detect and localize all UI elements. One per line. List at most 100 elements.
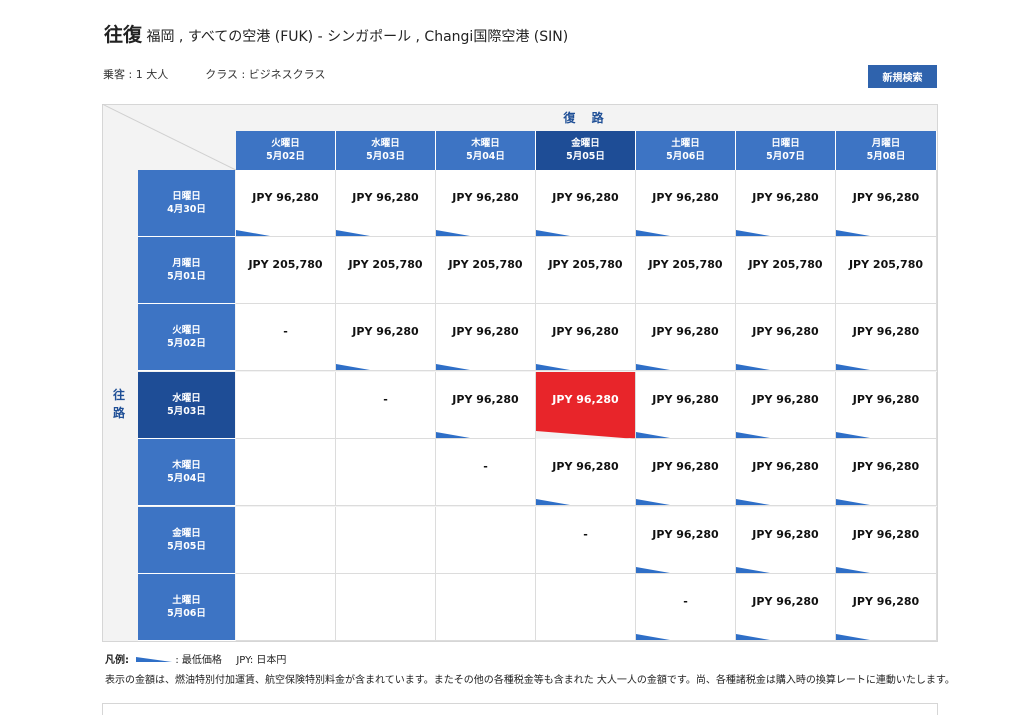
fare-cell[interactable]: JPY 96,280 bbox=[836, 372, 937, 439]
fare-cell[interactable]: JPY 96,280 bbox=[436, 304, 536, 371]
column-header-day: 木曜日 bbox=[471, 138, 500, 149]
fare-price: JPY 96,280 bbox=[452, 325, 519, 338]
fare-cell[interactable]: JPY 96,280 bbox=[836, 304, 937, 371]
fare-cell[interactable]: JPY 96,280 bbox=[636, 304, 736, 371]
lowest-price-marker-icon bbox=[636, 432, 670, 438]
fare-cell[interactable]: JPY 96,280 bbox=[736, 170, 836, 237]
row-header-date: 5月01日 bbox=[167, 271, 206, 282]
lowest-price-marker-icon bbox=[836, 499, 870, 505]
fare-cell[interactable]: JPY 96,280 bbox=[736, 574, 836, 641]
fare-price: JPY 96,280 bbox=[652, 393, 719, 406]
row-header-date: 5月03日 bbox=[167, 406, 206, 417]
fare-cell[interactable]: JPY 96,280 bbox=[736, 304, 836, 371]
fare-price: JPY 205,780 bbox=[348, 258, 423, 271]
fare-cell[interactable]: JPY 205,780 bbox=[336, 237, 436, 304]
fare-cell[interactable]: JPY 96,280 bbox=[436, 372, 536, 439]
fare-cell[interactable]: JPY 96,280 bbox=[336, 304, 436, 371]
fare-cell[interactable]: JPY 96,280 bbox=[336, 170, 436, 237]
corner-diagonal bbox=[102, 104, 236, 171]
lowest-price-marker-icon bbox=[536, 364, 570, 370]
fare-cell[interactable]: JPY 96,280 bbox=[636, 507, 736, 574]
fare-cell[interactable]: JPY 205,780 bbox=[636, 237, 736, 304]
lowest-price-marker-icon bbox=[636, 567, 670, 573]
unavailable-fare-cell: - bbox=[536, 507, 636, 574]
column-header-return-date: 日曜日 5月07日 bbox=[736, 131, 836, 170]
fare-cell[interactable]: JPY 205,780 bbox=[436, 237, 536, 304]
row-header-day: 土曜日 bbox=[172, 595, 201, 606]
empty-fare-cell bbox=[436, 507, 536, 574]
empty-fare-cell bbox=[436, 574, 536, 641]
fare-price: JPY 96,280 bbox=[652, 460, 719, 473]
fare-price: JPY 96,280 bbox=[652, 325, 719, 338]
fare-price: JPY 96,280 bbox=[652, 528, 719, 541]
row-header-outbound-date: 金曜日 5月05日 bbox=[138, 507, 235, 574]
fare-cell[interactable]: JPY 96,280 bbox=[636, 170, 736, 237]
empty-fare-cell bbox=[336, 507, 436, 574]
lowest-price-marker-icon bbox=[236, 230, 270, 236]
fare-price: JPY 205,780 bbox=[648, 258, 723, 271]
fare-price: JPY 96,280 bbox=[752, 393, 819, 406]
column-header-date: 5月03日 bbox=[366, 151, 405, 162]
column-header-day: 金曜日 bbox=[571, 138, 600, 149]
column-header-date: 5月08日 bbox=[866, 151, 906, 162]
fare-price: JPY 96,280 bbox=[352, 191, 419, 204]
trip-type: 往復 bbox=[104, 24, 143, 46]
fare-price: JPY 96,280 bbox=[752, 595, 819, 608]
column-header-return-date: 月曜日 5月08日 bbox=[836, 131, 937, 170]
fare-price: JPY 205,780 bbox=[548, 258, 623, 271]
row-header-day: 月曜日 bbox=[172, 258, 201, 269]
empty-fare-cell bbox=[536, 574, 636, 641]
new-search-button[interactable]: 新規検索 bbox=[868, 65, 937, 88]
fare-cell[interactable]: JPY 96,280 bbox=[436, 170, 536, 237]
fare-price: JPY 96,280 bbox=[452, 191, 519, 204]
lowest-price-marker-icon bbox=[336, 230, 370, 236]
legend-title: 凡例: bbox=[105, 655, 129, 666]
lowest-price-marker-icon bbox=[636, 499, 670, 505]
fare-cell[interactable]: JPY 96,280 bbox=[636, 372, 736, 439]
row-header-outbound-date: 日曜日 4月30日 bbox=[138, 170, 235, 237]
fare-cell[interactable]: JPY 96,280 bbox=[636, 439, 736, 506]
fare-price: JPY 96,280 bbox=[852, 191, 920, 204]
fare-cell[interactable]: JPY 96,280 bbox=[536, 439, 636, 506]
fare-price: JPY 205,780 bbox=[748, 258, 823, 271]
row-header-day: 水曜日 bbox=[172, 393, 201, 404]
fare-cell[interactable]: JPY 96,280 bbox=[836, 574, 937, 641]
lowest-price-marker-icon bbox=[136, 657, 173, 662]
row-header-outbound-date: 木曜日 5月04日 bbox=[138, 439, 235, 506]
fare-cell[interactable]: JPY 96,280 bbox=[536, 372, 636, 439]
fare-cell[interactable]: JPY 96,280 bbox=[836, 439, 937, 506]
fare-cell[interactable]: JPY 96,280 bbox=[736, 372, 836, 439]
column-header-date: 5月02日 bbox=[266, 151, 305, 162]
unavailable-fare-cell: - bbox=[336, 372, 436, 439]
empty-fare-cell bbox=[236, 574, 336, 641]
row-header-day: 日曜日 bbox=[172, 191, 201, 202]
row-header-outbound-date: 水曜日 5月03日 bbox=[138, 372, 235, 439]
fare-cell[interactable]: JPY 96,280 bbox=[736, 507, 836, 574]
lowest-price-marker-icon bbox=[636, 364, 670, 370]
route-text: 福岡 , すべての空港 (FUK) - シンガポール , Changi国際空港 … bbox=[146, 29, 569, 45]
fare-cell[interactable]: JPY 205,780 bbox=[836, 237, 937, 304]
fare-cell[interactable]: JPY 96,280 bbox=[536, 304, 636, 371]
fare-cell[interactable]: JPY 96,280 bbox=[736, 439, 836, 506]
fare-price: JPY 205,780 bbox=[848, 258, 924, 271]
fare-cell[interactable]: JPY 96,280 bbox=[236, 170, 336, 237]
fare-price: JPY 96,280 bbox=[852, 528, 920, 541]
fare-cell[interactable]: JPY 96,280 bbox=[836, 170, 937, 237]
fare-cell[interactable]: JPY 96,280 bbox=[836, 507, 937, 574]
fare-cell[interactable]: JPY 96,280 bbox=[536, 170, 636, 237]
lower-panel bbox=[102, 703, 938, 715]
page-title: 往復 福岡 , すべての空港 (FUK) - シンガポール , Changi国際… bbox=[104, 20, 568, 47]
fare-price: JPY 96,280 bbox=[752, 191, 819, 204]
fare-cell[interactable]: JPY 205,780 bbox=[236, 237, 336, 304]
fare-price: JPY 96,280 bbox=[552, 325, 619, 338]
fare-price: JPY 96,280 bbox=[752, 460, 819, 473]
lowest-price-marker-icon bbox=[336, 364, 370, 370]
fare-cell[interactable]: JPY 205,780 bbox=[536, 237, 636, 304]
column-header-return-date: 土曜日 5月06日 bbox=[636, 131, 736, 170]
fare-cell[interactable]: JPY 205,780 bbox=[736, 237, 836, 304]
fare-price: - bbox=[583, 528, 588, 541]
column-header-day: 日曜日 bbox=[771, 138, 800, 149]
lowest-price-marker-icon bbox=[836, 432, 870, 438]
row-header-outbound-date: 月曜日 5月01日 bbox=[138, 237, 235, 304]
lowest-price-marker-icon bbox=[436, 364, 470, 370]
